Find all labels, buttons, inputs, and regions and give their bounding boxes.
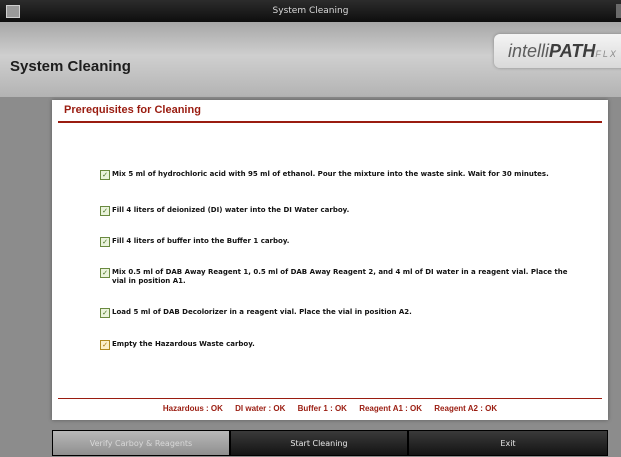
title-bar: System Cleaning	[0, 0, 621, 22]
window-control[interactable]	[616, 4, 621, 18]
status-divider	[58, 398, 602, 399]
checkbox-checked-icon[interactable]: ✓	[100, 268, 110, 278]
status-di-water: DI water : OK	[235, 404, 286, 413]
checkbox-checked-icon[interactable]: ✓	[100, 206, 110, 216]
panel-divider	[58, 121, 602, 123]
status-buffer-1: Buffer 1 : OK	[297, 404, 347, 413]
verify-carboy-reagents-button[interactable]: Verify Carboy & Reagents	[52, 430, 230, 456]
status-reagent-a1: Reagent A1 : OK	[359, 404, 423, 413]
status-line: Hazardous : OK DI water : OK Buffer 1 : …	[52, 404, 608, 413]
status-reagent-a2: Reagent A2 : OK	[434, 404, 498, 413]
checkbox-checked-icon[interactable]: ✓	[100, 237, 110, 247]
prereq-item: ✓ Fill 4 liters of deionized (DI) water …	[100, 206, 570, 216]
app-icon	[6, 5, 20, 18]
prereq-text: Mix 0.5 ml of DAB Away Reagent 1, 0.5 ml…	[112, 268, 568, 285]
status-hazardous: Hazardous : OK	[162, 404, 223, 413]
page-title: System Cleaning	[10, 58, 131, 75]
exit-button[interactable]: Exit	[408, 430, 608, 456]
prereq-text: Load 5 ml of DAB Decolorizer in a reagen…	[112, 308, 412, 316]
checkbox-checked-icon[interactable]: ✓	[100, 340, 110, 350]
prereq-text: Empty the Hazardous Waste carboy.	[112, 340, 255, 348]
button-bar: Verify Carboy & Reagents Start Cleaning …	[52, 430, 608, 456]
prereq-item: ✓ Fill 4 liters of buffer into the Buffe…	[100, 237, 570, 247]
prereq-text: Mix 5 ml of hydrochloric acid with 95 ml…	[112, 170, 549, 178]
prereq-text: Fill 4 liters of deionized (DI) water in…	[112, 206, 350, 214]
logo-path: PATH	[549, 41, 596, 61]
window-title: System Cleaning	[272, 6, 349, 16]
prereq-item: ✓ Mix 5 ml of hydrochloric acid with 95 …	[100, 170, 570, 180]
prereq-item: ✓ Load 5 ml of DAB Decolorizer in a reag…	[100, 308, 570, 318]
panel-title: Prerequisites for Cleaning	[64, 104, 201, 116]
start-cleaning-button[interactable]: Start Cleaning	[230, 430, 408, 456]
prerequisites-panel: Prerequisites for Cleaning ✓ Mix 5 ml of…	[52, 100, 608, 420]
logo-intelli: intelli	[508, 41, 550, 61]
logo-flx: FLX	[595, 49, 618, 59]
prereq-item: ✓ Empty the Hazardous Waste carboy.	[100, 340, 570, 350]
intellipath-logo: intelliPATHFLX	[494, 34, 621, 68]
prereq-text: Fill 4 liters of buffer into the Buffer …	[112, 237, 290, 245]
checkbox-checked-icon[interactable]: ✓	[100, 308, 110, 318]
prereq-item: ✓ Mix 0.5 ml of DAB Away Reagent 1, 0.5 …	[100, 268, 570, 286]
checkbox-checked-icon[interactable]: ✓	[100, 170, 110, 180]
